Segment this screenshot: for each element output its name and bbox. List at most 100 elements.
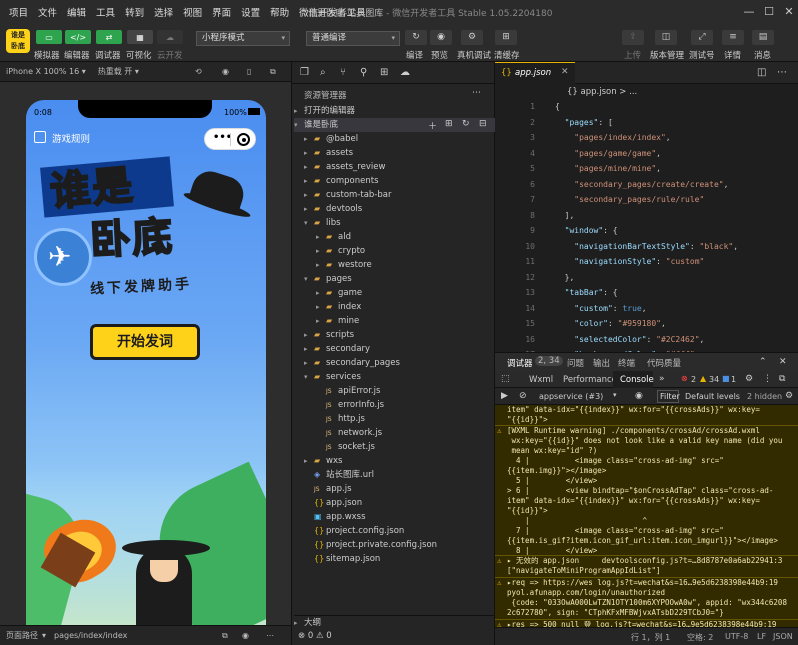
language-mode[interactable]: JSON [773, 632, 793, 641]
folder-item[interactable]: ▸ ▰ @babel [304, 132, 358, 146]
file-item[interactable]: JS socket.js [316, 440, 375, 454]
code-line[interactable]: "pages": [ [555, 118, 613, 127]
menu-item[interactable]: 转到 [120, 5, 149, 19]
code-line[interactable]: "color": "#959180", [555, 319, 666, 328]
menu-item[interactable]: 视图 [178, 5, 207, 19]
folder-item[interactable]: ▸ ▰ devtools [304, 202, 362, 216]
code-line[interactable]: "secondary_pages/create/create", [555, 180, 728, 189]
search-icon[interactable]: ⌕ [320, 67, 326, 78]
cloud-button[interactable]: ☁ [157, 30, 183, 44]
code-line[interactable]: "selectedColor": "#2C2462", [555, 335, 704, 344]
clear-console-icon[interactable]: ▶ [501, 391, 508, 401]
explorer-more-icon[interactable]: ⋯ [472, 88, 481, 98]
folder-item[interactable]: ▸ ▰ custom-tab-bar [304, 188, 391, 202]
outline-section[interactable]: ▸ 大纲 [294, 615, 496, 629]
visual-button[interactable]: ▦ [127, 30, 153, 44]
inspect-icon[interactable]: ⬚ [501, 374, 510, 384]
rotate-icon[interactable]: ⟲ [195, 67, 202, 76]
folder-item[interactable]: ▸ ▰ scripts [304, 328, 354, 342]
preview-icon[interactable]: ◉ [430, 30, 452, 45]
devtools-tab[interactable]: 终端 [618, 357, 635, 369]
code-line[interactable]: "secondary_pages/rule/rule" [555, 195, 704, 204]
console-log-3[interactable]: ⚠ ▸ 无效的 app.json devtoolsconfig.js?t=…8d8… [495, 555, 798, 577]
folder-item[interactable]: ▾ ▰ pages [304, 272, 352, 286]
folder-item[interactable]: ▸ ▰ crypto [316, 244, 365, 258]
devtools-close-icon[interactable]: ✕ [779, 357, 787, 367]
levels-select[interactable]: Default levels [685, 392, 740, 401]
code-line[interactable]: }, [555, 273, 575, 282]
block-icon[interactable]: ⊘ [519, 391, 527, 401]
encoding[interactable]: UTF-8 [725, 632, 748, 641]
file-item[interactable]: JS errorInfo.js [316, 398, 384, 412]
record-icon[interactable]: ◉ [222, 67, 229, 76]
devtools-tab[interactable]: 调试器 [507, 357, 533, 369]
message-icon[interactable]: ▤ [752, 30, 774, 45]
code-line[interactable]: "tabBar": { [555, 288, 618, 297]
start-button[interactable]: 开始发词 [90, 324, 200, 360]
menu-item[interactable]: 文件 [33, 5, 62, 19]
clear-cache-icon[interactable]: ⊞ [495, 30, 517, 45]
live-expression-icon[interactable]: ◉ [635, 391, 643, 401]
close-icon[interactable]: ✕ [778, 3, 798, 21]
compile-icon[interactable]: ↻ [405, 30, 427, 45]
folder-item[interactable]: ▸ ▰ assets [304, 146, 353, 160]
app-avatar[interactable]: 谁是 卧底 [6, 29, 30, 53]
menu-item[interactable]: 编辑 [62, 5, 91, 19]
split-icon[interactable]: ⧉ [270, 67, 276, 77]
devtools-tab[interactable]: 代码质量 [647, 357, 681, 369]
editor-button[interactable]: </> [65, 30, 91, 44]
filter-input[interactable]: Filter [657, 390, 680, 403]
menu-item[interactable]: 帮助 [265, 5, 294, 19]
code-line[interactable]: ], [555, 211, 575, 220]
tab-app-json[interactable]: {} app.json ✕ [495, 62, 575, 84]
code-line[interactable]: "navigationBarTextStyle": "black", [555, 242, 738, 251]
folder-item[interactable]: ▸ ▰ ald [316, 230, 351, 244]
real-debug-icon[interactable]: ⚙ [461, 30, 483, 45]
file-item[interactable]: ◈ 站长图库.url [304, 468, 374, 482]
context-dropdown-icon[interactable]: ▾ [613, 391, 617, 399]
copy-path-icon[interactable]: ⧉ [222, 631, 228, 641]
hot-reload-toggle[interactable]: 热重载 开 ▾ [98, 66, 139, 77]
folder-item[interactable]: ▸ ▰ game [316, 286, 362, 300]
new-folder-icon[interactable]: ⊞ [445, 119, 453, 129]
file-item[interactable]: JS app.js [304, 482, 352, 496]
open-editors-section[interactable]: ▸ 打开的编辑器 [294, 104, 355, 118]
files-icon[interactable]: ❐ [300, 67, 309, 78]
code-line[interactable]: "pages/mine/mine", [555, 164, 661, 173]
folder-item[interactable]: ▸ ▰ secondary [304, 342, 370, 356]
upload-icon[interactable]: ⇪ [622, 30, 644, 45]
file-item[interactable]: {} app.json [304, 496, 362, 510]
test-account-icon[interactable]: ⤢ [691, 30, 713, 45]
debugger-button[interactable]: ⇄ [96, 30, 122, 44]
editor-more-icon[interactable]: ⋯ [777, 67, 787, 78]
cursor-position[interactable]: 行 1，列 1 [631, 632, 670, 643]
kebab-menu-icon[interactable]: ⋮ [763, 374, 772, 384]
file-item[interactable]: {} project.config.json [304, 524, 404, 538]
devtools-tab[interactable]: 输出 [593, 357, 610, 369]
cloud-dev-icon[interactable]: ☁ [400, 67, 410, 78]
context-select[interactable]: appservice (#3) [539, 392, 603, 401]
indent-setting[interactable]: 空格: 2 [687, 632, 713, 643]
mode-select[interactable]: 小程序模式 ▾ [196, 31, 290, 46]
more-options-icon[interactable]: ⋯ [266, 631, 274, 640]
folder-item[interactable]: ▸ ▰ secondary_pages [304, 356, 400, 370]
debug-icon[interactable]: ⚲ [360, 67, 367, 78]
new-file-icon[interactable]: ＋ [428, 119, 437, 132]
folder-item[interactable]: ▸ ▰ wxs [304, 454, 342, 468]
folder-item[interactable]: ▸ ▰ mine [316, 314, 359, 328]
collapse-icon[interactable]: ⊟ [479, 119, 487, 129]
extensions-icon[interactable]: ⊞ [380, 67, 388, 78]
eye-icon[interactable]: ◉ [242, 631, 249, 640]
file-item[interactable]: {} project.private.config.json [304, 538, 437, 552]
code-line[interactable]: "custom": true, [555, 304, 646, 313]
page-path-value[interactable]: pages/index/index [54, 631, 127, 640]
more-panels-icon[interactable]: » [659, 374, 665, 384]
menu-item[interactable]: 界面 [207, 5, 236, 19]
code-line[interactable]: { [555, 102, 560, 111]
phone-icon[interactable]: ▯ [247, 67, 251, 76]
panel-tab-performance[interactable]: Performance [563, 375, 617, 385]
menu-item[interactable]: 选择 [149, 5, 178, 19]
split-editor-icon[interactable]: ◫ [757, 67, 766, 78]
nav-title[interactable]: 游戏规则 [52, 131, 90, 145]
compile-select[interactable]: 普通编译 ▾ [306, 31, 400, 46]
